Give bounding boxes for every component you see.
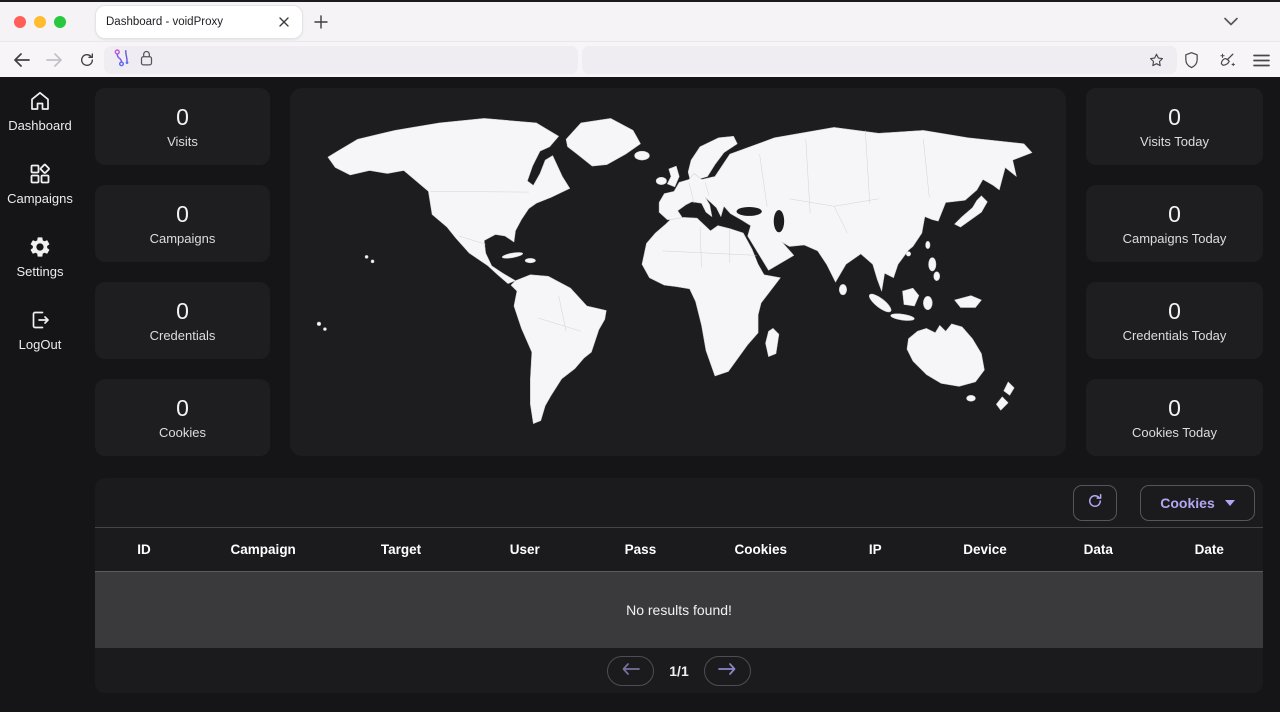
minimize-window-button[interactable] [34,16,46,28]
stat-card-campaigns-today: 0 Campaigns Today [1086,185,1263,262]
stat-value: 0 [1168,201,1181,228]
toolbar-right-icons [1178,47,1274,73]
stat-value: 0 [1168,298,1181,325]
dashboard-page: Dashboard Campaigns Settings [0,77,1280,712]
new-tab-button[interactable] [312,13,330,31]
stat-label: Campaigns Today [1123,231,1227,246]
stat-card-credentials-today: 0 Credentials Today [1086,282,1263,359]
stats-column-today: 0 Visits Today 0 Campaigns Today 0 Crede… [1086,88,1263,456]
column-header-ip[interactable]: IP [821,542,928,557]
sidebar-item-label: LogOut [19,337,62,352]
tab-close-icon[interactable] [276,14,292,30]
column-header-campaign[interactable]: Campaign [193,542,333,557]
forward-button[interactable] [41,47,67,73]
menu-hamburger-icon[interactable] [1248,47,1274,73]
browser-tab[interactable]: Dashboard - voidProxy [96,6,302,38]
caret-down-icon [1225,500,1235,506]
stat-card-cookies: 0 Cookies [95,379,270,456]
tab-list-chevron-down-icon[interactable] [1222,14,1240,28]
cookies-filter-label: Cookies [1160,495,1214,511]
table-empty-row: No results found! [95,572,1263,648]
stat-value: 0 [176,104,189,131]
browser-tab-bar: Dashboard - voidProxy [0,2,1280,41]
stat-card-visits: 0 Visits [95,88,270,165]
address-bar[interactable] [104,46,578,74]
sidebar-item-label: Dashboard [8,118,72,133]
home-icon [28,89,52,113]
sidebar-item-logout[interactable]: LogOut [0,308,80,352]
stat-card-credentials: 0 Credentials [95,282,270,359]
column-header-id[interactable]: ID [95,542,193,557]
column-header-date[interactable]: Date [1156,542,1263,557]
stat-card-visits-today: 0 Visits Today [1086,88,1263,165]
stat-value: 0 [176,298,189,325]
back-button[interactable] [8,47,34,73]
cookies-filter-dropdown[interactable]: Cookies [1140,485,1255,521]
zoom-window-button[interactable] [54,16,66,28]
stat-label: Cookies Today [1132,425,1217,440]
browser-toolbar [0,41,1280,77]
stat-label: Cookies [159,425,206,440]
next-page-button[interactable] [704,656,751,686]
stat-value: 0 [176,201,189,228]
stat-value: 0 [1168,104,1181,131]
stat-card-cookies-today: 0 Cookies Today [1086,379,1263,456]
column-header-pass[interactable]: Pass [581,542,700,557]
stat-card-campaigns: 0 Campaigns [95,185,270,262]
column-header-cookies[interactable]: Cookies [700,542,821,557]
lock-icon[interactable] [139,49,154,72]
stat-label: Credentials [150,328,216,343]
clear-data-broom-icon[interactable] [1213,47,1239,73]
shield-icon[interactable] [1178,47,1204,73]
table-toolbar: Cookies [95,478,1263,527]
sidebar-item-campaigns[interactable]: Campaigns [0,162,80,206]
page-indicator: 1/1 [669,663,688,679]
stats-column-totals: 0 Visits 0 Campaigns 0 Credentials 0 Coo… [95,88,270,456]
category-icon [28,162,52,186]
stat-label: Credentials Today [1123,328,1227,343]
arrow-right-icon [718,663,736,678]
logout-icon [28,308,52,332]
proxy-extension-icon[interactable] [113,48,130,72]
bookmark-star-icon[interactable] [1143,47,1169,73]
dashboard-main: 0 Visits 0 Campaigns 0 Credentials 0 Coo… [95,88,1263,693]
reload-button[interactable] [74,47,100,73]
pagination: 1/1 [95,648,1263,693]
arrow-left-icon [622,663,640,678]
stat-label: Visits Today [1140,134,1209,149]
sidebar: Dashboard Campaigns Settings [0,89,80,352]
previous-page-button[interactable] [607,656,654,686]
gear-icon [28,235,52,259]
sidebar-item-label: Campaigns [7,191,73,206]
column-header-data[interactable]: Data [1041,542,1155,557]
column-header-device[interactable]: Device [929,542,1041,557]
address-bar-actions [582,46,1177,74]
empty-results-message: No results found! [626,602,732,618]
stat-value: 0 [176,395,189,422]
refresh-button[interactable] [1073,485,1117,521]
stat-label: Visits [167,134,198,149]
table-header-row: ID Campaign Target User Pass Cookies IP … [95,527,1263,572]
sidebar-item-dashboard[interactable]: Dashboard [0,89,80,133]
stat-label: Campaigns [150,231,216,246]
refresh-icon [1086,492,1104,513]
column-header-user[interactable]: User [469,542,581,557]
world-map [313,108,1042,436]
stat-value: 0 [1168,395,1181,422]
world-map-card [290,88,1066,456]
column-header-target[interactable]: Target [333,542,468,557]
sidebar-item-settings[interactable]: Settings [0,235,80,279]
results-table-panel: Cookies ID Campaign Target User Pass Coo… [95,478,1263,693]
tab-title: Dashboard - voidProxy [106,16,276,28]
window-controls [14,16,66,28]
close-window-button[interactable] [14,16,26,28]
sidebar-item-label: Settings [17,264,64,279]
